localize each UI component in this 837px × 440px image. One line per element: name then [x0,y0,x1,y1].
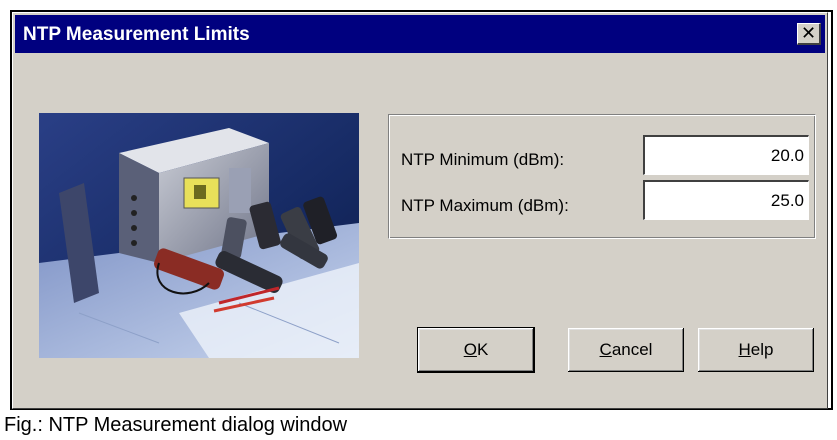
product-photo [39,113,359,358]
dialog-title: NTP Measurement Limits [23,24,250,45]
title-bar[interactable]: NTP Measurement Limits ✕ [15,15,825,53]
help-button[interactable]: Help [698,328,814,372]
limits-group-box [388,114,816,239]
ntp-maximum-input[interactable]: 25.0 [643,180,809,220]
close-button[interactable]: ✕ [797,23,821,45]
cancel-button[interactable]: Cancel [568,328,684,372]
ntp-minimum-label: NTP Minimum (dBm): [401,150,565,169]
figure-caption: Fig.: NTP Measurement dialog window [4,414,348,436]
cancel-mnemonic: C [599,340,612,359]
ntp-minimum-input[interactable]: 20.0 [643,135,809,175]
ntp-maximum-label: NTP Maximum (dBm): [401,196,569,215]
help-mnemonic: H [738,340,751,359]
ok-button[interactable]: OK [417,327,535,373]
ok-mnemonic: O [463,340,477,359]
cancel-label: ancel [611,340,653,359]
ntp-limits-dialog: NTP Measurement Limits ✕ NTP Minimum (dB… [12,12,828,409]
help-label: elp [750,340,774,359]
ok-label: K [476,340,489,359]
close-icon: ✕ [800,23,817,44]
